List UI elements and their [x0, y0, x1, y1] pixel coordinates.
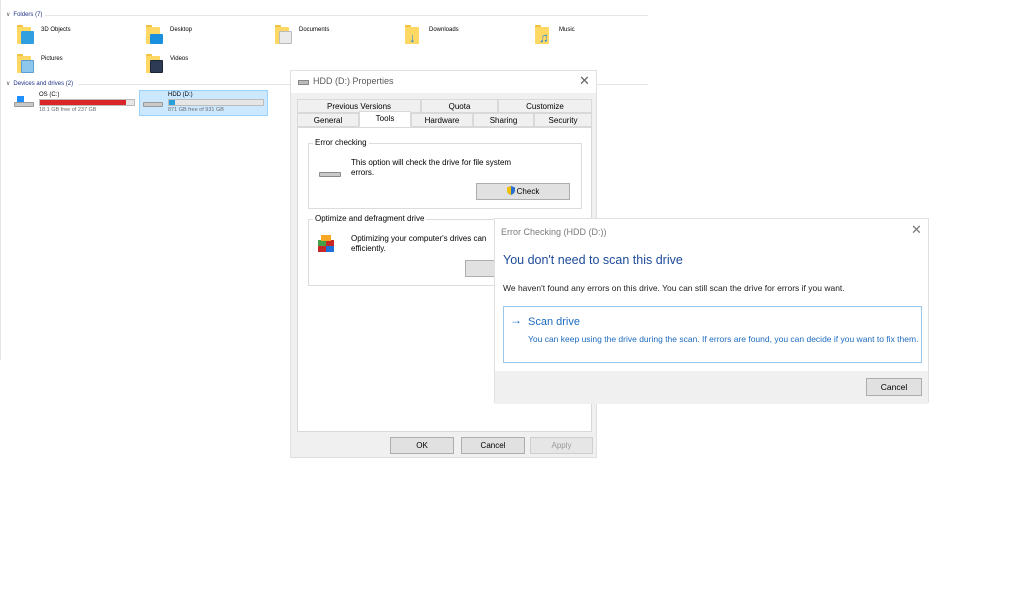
folders-group-label: Folders (7) — [13, 11, 43, 18]
folder-name: Videos — [170, 56, 189, 62]
tab-label: Customize — [526, 102, 564, 111]
error-dialog-title: Error Checking (HDD (D:)) — [501, 227, 607, 237]
properties-titlebar[interactable]: HDD (D:) Properties ✕ — [291, 71, 596, 93]
tab-label: Previous Versions — [326, 102, 392, 111]
apply-button-label: Apply — [551, 441, 572, 450]
tab-label: Tools — [375, 114, 395, 123]
drive-free-space: 871 GB free of 931 GB — [168, 107, 224, 113]
hdd-drive-icon — [143, 96, 165, 112]
scan-drive-option[interactable]: → Scan drive You can keep using the driv… — [503, 306, 922, 363]
drive-usage-bar — [39, 99, 135, 106]
optimize-title: Optimize and defragment drive — [313, 214, 427, 223]
tab-quota[interactable]: Quota — [421, 99, 498, 113]
optimize-text-line2: efficiently. — [351, 244, 386, 253]
tab-label: Security — [548, 116, 578, 125]
error-cancel-label: Cancel — [880, 382, 908, 392]
music-folder-icon: ♫ — [535, 25, 553, 45]
folder-name: 3D Objects — [41, 27, 71, 33]
error-checking-title: Error checking — [313, 138, 369, 147]
tab-general[interactable]: General — [297, 113, 359, 127]
drive-usage-fill — [40, 100, 127, 105]
check-button-label: Check — [516, 187, 540, 196]
drive-icon — [298, 80, 309, 85]
folder-3d-objects[interactable]: 3D Objects — [17, 25, 137, 49]
drive-os-c[interactable]: OS (C:) 18.1 GB free of 237 GB — [11, 91, 137, 117]
documents-folder-icon — [275, 25, 293, 45]
folder-name: Desktop — [170, 27, 193, 33]
drive-usage-bar — [168, 99, 264, 106]
pictures-folder-icon — [17, 54, 35, 74]
folder-name: Downloads — [429, 27, 459, 33]
error-cancel-button[interactable]: Cancel — [866, 378, 922, 396]
3d-objects-folder-icon — [17, 25, 35, 45]
tab-security[interactable]: Security — [534, 113, 592, 127]
tab-hardware[interactable]: Hardware — [411, 113, 473, 127]
tab-customize[interactable]: Customize — [498, 99, 592, 113]
ok-button-label: OK — [416, 441, 428, 450]
tab-label: Quota — [448, 102, 471, 111]
desktop-folder-icon — [146, 25, 164, 45]
scan-drive-title: Scan drive — [528, 316, 580, 328]
drive-icon — [319, 170, 341, 178]
chevron-down-icon: ∨ — [6, 12, 11, 18]
optimize-text-line1: Optimizing your computer's drives can — [351, 234, 487, 243]
cancel-button[interactable]: Cancel — [461, 437, 525, 454]
tab-label: Hardware — [424, 116, 460, 125]
check-button[interactable]: Check — [476, 183, 570, 200]
tab-label: General — [313, 116, 343, 125]
cancel-button-label: Cancel — [480, 441, 506, 450]
tab-sharing[interactable]: Sharing — [473, 113, 534, 127]
error-dialog-body: We haven't found any errors on this driv… — [503, 283, 845, 293]
drive-name: OS (C:) — [39, 92, 60, 98]
folder-name: Pictures — [41, 56, 63, 62]
chevron-down-icon: ∨ — [6, 81, 11, 87]
error-dialog-heading: You don't need to scan this drive — [503, 253, 683, 267]
folders-group-header[interactable]: ∨ Folders (7) — [6, 11, 43, 19]
close-icon[interactable]: ✕ — [579, 73, 590, 89]
error-checking-dialog: Error Checking (HDD (D:)) ✕ You don't ne… — [494, 218, 929, 404]
folder-documents[interactable]: Documents — [275, 25, 395, 49]
tab-tools[interactable]: Tools — [359, 111, 411, 127]
devices-group-header[interactable]: ∨ Devices and drives (2) — [6, 80, 74, 88]
folder-videos[interactable]: Videos — [146, 54, 266, 78]
ok-button[interactable]: OK — [390, 437, 454, 454]
error-dialog-footer: Cancel — [495, 371, 928, 404]
folder-pictures[interactable]: Pictures — [17, 54, 137, 78]
arrow-right-icon: → — [510, 313, 522, 327]
close-icon[interactable]: ✕ — [911, 222, 922, 238]
folder-music[interactable]: ♫ Music — [535, 25, 655, 49]
os-drive-icon — [14, 96, 36, 112]
scan-drive-description: You can keep using the drive during the … — [528, 334, 919, 344]
defrag-icon — [318, 235, 334, 252]
folder-name: Documents — [299, 27, 330, 33]
tab-label: Sharing — [489, 116, 518, 125]
videos-folder-icon — [146, 54, 164, 74]
drive-name: HDD (D:) — [168, 92, 193, 98]
drive-usage-fill — [169, 100, 175, 105]
explorer-left-border — [0, 0, 1, 360]
devices-group-label: Devices and drives (2) — [13, 80, 74, 87]
folders-group-divider — [45, 15, 648, 16]
drive-free-space: 18.1 GB free of 237 GB — [39, 107, 97, 113]
uac-shield-icon — [506, 186, 515, 195]
error-checking-group: Error checking This option will check th… — [308, 138, 582, 209]
properties-title: HDD (D:) Properties — [313, 76, 394, 86]
error-checking-text-line2: errors. — [351, 168, 375, 177]
folder-desktop[interactable]: Desktop — [146, 25, 266, 49]
error-checking-text-line1: This option will check the drive for fil… — [351, 158, 512, 167]
drive-hdd-d[interactable]: HDD (D:) 871 GB free of 931 GB — [139, 90, 268, 116]
folder-name: Music — [559, 27, 575, 33]
downloads-folder-icon: ↓ — [405, 25, 423, 45]
folder-downloads[interactable]: ↓ Downloads — [405, 25, 525, 49]
apply-button[interactable]: Apply — [530, 437, 593, 454]
